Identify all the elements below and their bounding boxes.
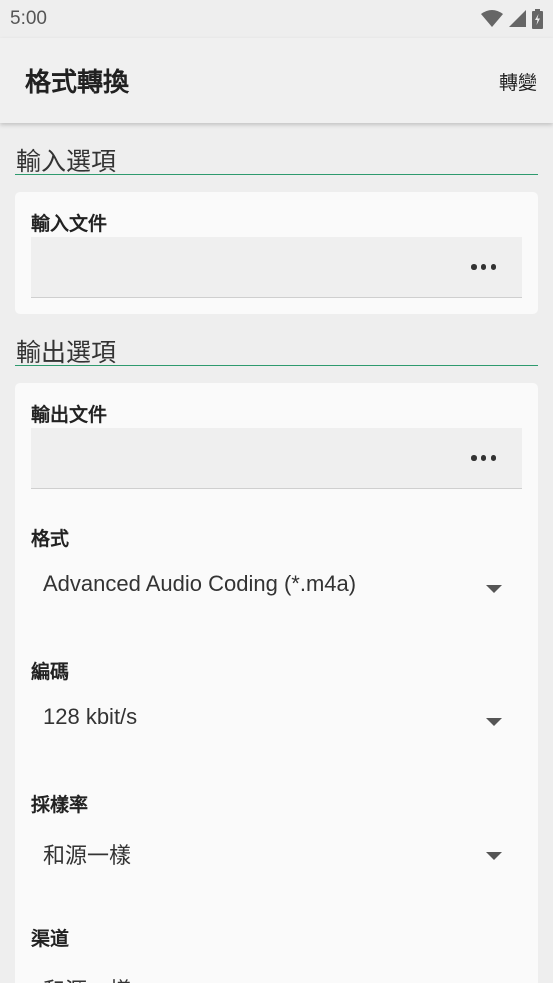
output-file-label: 輸出文件 xyxy=(31,404,108,426)
convert-button[interactable]: 轉變 xyxy=(499,68,537,95)
format-value: Advanced Audio Coding (*.m4a) xyxy=(43,571,357,596)
sample-rate-value: 和源一樣 xyxy=(43,843,132,868)
dropdown-arrow-icon xyxy=(486,852,502,860)
app-bar: 格式轉換 轉變 xyxy=(0,38,553,123)
format-select[interactable]: Advanced Audio Coding (*.m4a) xyxy=(31,557,522,617)
output-section-title: 輸出選項 xyxy=(16,338,117,367)
sample-rate-select[interactable]: 和源一樣 xyxy=(31,824,522,884)
input-file-label: 輸入文件 xyxy=(31,213,108,235)
encoding-value: 128 kbit/s xyxy=(43,704,138,729)
input-card: 輸入文件 xyxy=(15,192,538,314)
more-horiz-icon[interactable] xyxy=(471,264,496,270)
signal-icon xyxy=(509,10,526,27)
output-card: 輸出文件 格式 Advanced Audio Coding (*.m4a) 編碼… xyxy=(15,383,538,983)
format-label: 格式 xyxy=(31,528,70,550)
page-title: 格式轉換 xyxy=(25,68,130,98)
channels-value: 和源一樣 xyxy=(43,973,131,983)
input-section-title: 輸入選項 xyxy=(16,147,117,176)
output-file-field[interactable] xyxy=(31,428,522,489)
status-time: 5:00 xyxy=(10,8,47,29)
channels-label: 渠道 xyxy=(31,928,70,950)
sample-rate-label: 採樣率 xyxy=(31,794,89,816)
more-horiz-icon[interactable] xyxy=(471,455,496,461)
dropdown-arrow-icon xyxy=(486,718,502,726)
channels-select[interactable]: 和源一樣 xyxy=(31,959,522,983)
status-bar: 5:00 xyxy=(0,0,553,38)
dropdown-arrow-icon xyxy=(486,585,502,593)
wifi-icon xyxy=(481,10,503,27)
battery-charging-icon xyxy=(532,9,543,29)
status-icons xyxy=(481,8,543,30)
encoding-select[interactable]: 128 kbit/s xyxy=(31,690,522,750)
input-section-header: 輸入選項 xyxy=(15,140,538,176)
encoding-label: 編碼 xyxy=(31,661,70,683)
main-content[interactable]: 輸入選項 輸入文件 輸出選項 輸出文件 格式 Advanced Audio Co… xyxy=(0,123,553,983)
input-file-field[interactable] xyxy=(31,237,522,298)
output-section-header: 輸出選項 xyxy=(15,331,538,367)
